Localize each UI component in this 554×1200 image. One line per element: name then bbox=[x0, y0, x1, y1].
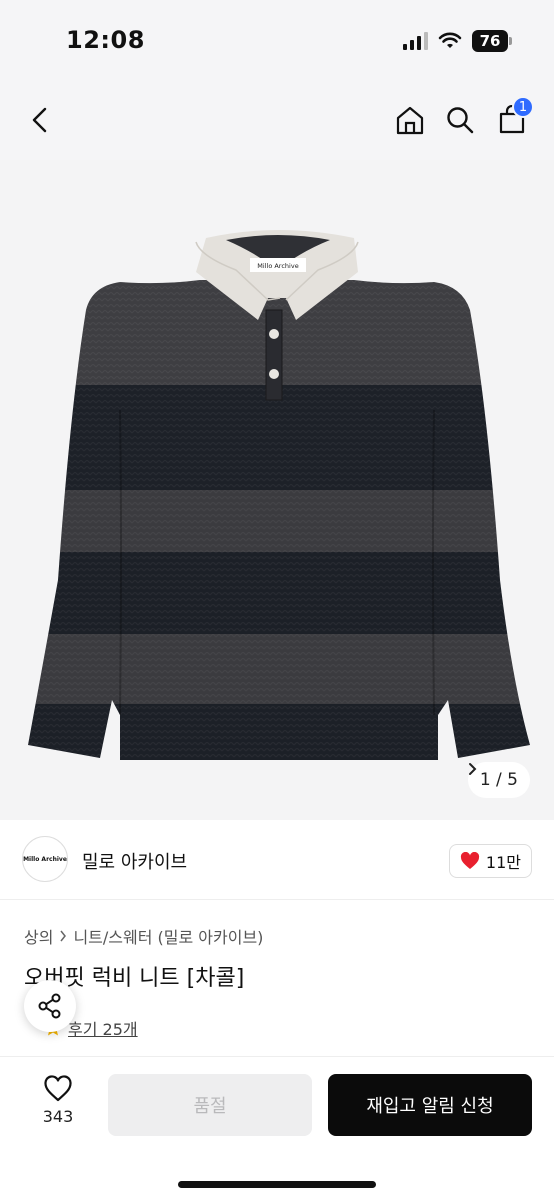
back-button[interactable] bbox=[18, 98, 62, 142]
share-button[interactable] bbox=[24, 980, 76, 1032]
sold-out-button: 품절 bbox=[108, 1074, 312, 1136]
restock-alert-button[interactable]: 재입고 알림 신청 bbox=[328, 1074, 532, 1136]
signal-icon bbox=[403, 32, 428, 50]
home-button[interactable] bbox=[388, 98, 432, 142]
heart-filled-icon bbox=[460, 852, 479, 869]
home-indicator bbox=[178, 1181, 376, 1188]
search-button[interactable] bbox=[438, 98, 482, 142]
brand-like-button[interactable]: 11만 bbox=[448, 844, 532, 878]
top-navigation: 1 bbox=[0, 80, 554, 160]
product-image-carousel[interactable]: Millo Archive 1 / 5 bbox=[0, 160, 554, 820]
heart-outline-icon bbox=[44, 1075, 72, 1102]
share-icon bbox=[38, 993, 61, 1019]
search-icon bbox=[447, 107, 474, 134]
home-icon bbox=[396, 106, 424, 135]
chevron-left-icon bbox=[32, 107, 47, 133]
cart-badge: 1 bbox=[512, 96, 534, 118]
status-icons: 76 bbox=[403, 30, 512, 52]
wishlist-button[interactable]: 343 bbox=[30, 1075, 86, 1145]
image-counter-text: 1 / 5 bbox=[479, 770, 518, 790]
sweater-image: Millo Archive bbox=[28, 230, 530, 760]
brand-like-count: 11만 bbox=[485, 853, 521, 872]
wishlist-count: 343 bbox=[42, 1107, 74, 1126]
battery-indicator: 76 bbox=[472, 30, 512, 52]
status-time: 12:08 bbox=[66, 26, 145, 54]
chevron-right-icon bbox=[60, 930, 67, 942]
breadcrumb-level1[interactable]: 상의 bbox=[24, 924, 53, 948]
breadcrumb-level2[interactable]: 니트/스웨터 (밀로 아카이브) bbox=[73, 924, 263, 948]
brand-row[interactable]: Millo Archive 밀로 아카이브 11만 bbox=[0, 822, 554, 900]
image-counter[interactable]: 1 / 5 bbox=[467, 762, 530, 798]
wifi-icon bbox=[438, 32, 462, 48]
brand-logo[interactable]: Millo Archive bbox=[22, 836, 68, 882]
breadcrumb: 상의 니트/스웨터 (밀로 아카이브) bbox=[24, 924, 263, 948]
chevron-right-icon bbox=[468, 763, 477, 775]
label-text: Millo Archive bbox=[257, 262, 298, 270]
status-bar: 12:08 76 bbox=[0, 0, 554, 80]
brand-name[interactable]: 밀로 아카이브 bbox=[82, 848, 187, 874]
bottom-action-bar: 343 품절 재입고 알림 신청 bbox=[0, 1056, 554, 1200]
cart-button[interactable]: 1 bbox=[490, 96, 534, 142]
review-link[interactable]: 후기 25개 bbox=[68, 1016, 138, 1040]
